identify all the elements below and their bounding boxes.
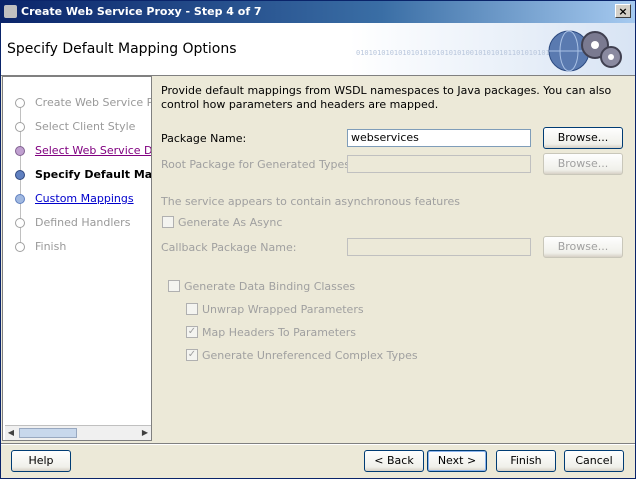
close-button[interactable]: ×: [615, 4, 631, 18]
data-binding-label: Generate Data Binding Classes: [184, 280, 356, 293]
app-icon: [4, 5, 17, 18]
step-select-client-style: Select Client Style: [3, 117, 151, 137]
callback-package-input[interactable]: [347, 238, 531, 256]
step-label: Specify Default Mapping Options: [35, 168, 151, 181]
step-label: Create Web Service Proxy: [35, 96, 151, 109]
wizard-header: Specify Default Mapping Options 01010101…: [1, 23, 635, 76]
step-finish: Finish: [3, 237, 151, 257]
unreferenced-types-label: Generate Unreferenced Complex Types: [202, 349, 418, 362]
async-note: The service appears to contain asynchron…: [161, 195, 461, 208]
step-node-icon: [15, 146, 25, 156]
root-package-browse-button[interactable]: Browse...: [543, 153, 623, 175]
step-label: Select Client Style: [35, 120, 136, 133]
step-node-icon: [15, 170, 25, 180]
step-node-icon: [15, 122, 25, 132]
unreferenced-types-checkbox[interactable]: ✓: [186, 349, 198, 361]
step-select-web-service-description[interactable]: Select Web Service Description: [3, 141, 151, 161]
generate-async-label: Generate As Async: [178, 216, 283, 229]
wizard-window: Create Web Service Proxy - Step 4 of 7 ×…: [0, 0, 636, 479]
step-defined-handlers: Defined Handlers: [3, 213, 151, 233]
callback-browse-button[interactable]: Browse...: [543, 236, 623, 258]
package-browse-button[interactable]: Browse...: [543, 127, 623, 149]
binary-decoration: 0101010101010101010101010100101010101101…: [356, 49, 567, 57]
map-headers-checkbox[interactable]: ✓: [186, 326, 198, 338]
step-node-icon: [15, 218, 25, 228]
cancel-button[interactable]: Cancel: [564, 450, 624, 472]
step-label[interactable]: Custom Mappings: [35, 192, 134, 205]
package-name-label: Package Name:: [161, 132, 247, 145]
callback-package-label: Callback Package Name:: [161, 241, 297, 254]
footer-separator: [1, 443, 635, 445]
description-text: Provide default mappings from WSDL names…: [161, 84, 612, 111]
window-title: Create Web Service Proxy - Step 4 of 7: [21, 5, 262, 18]
package-name-input[interactable]: webservices: [347, 129, 531, 147]
back-button[interactable]: < Back: [364, 450, 424, 472]
next-button[interactable]: Next >: [427, 450, 487, 472]
globe-gears-logo-icon: [548, 30, 622, 72]
step-label: Defined Handlers: [35, 216, 131, 229]
steps-panel: Create Web Service Proxy Select Client S…: [2, 76, 152, 441]
scroll-thumb[interactable]: [19, 428, 77, 438]
steps-horizontal-scrollbar[interactable]: ◀ ▶: [5, 425, 151, 440]
unwrap-checkbox[interactable]: [186, 303, 198, 315]
step-node-icon: [15, 194, 25, 204]
options-panel: Provide default mappings from WSDL names…: [153, 76, 635, 441]
page-title: Specify Default Mapping Options: [7, 41, 237, 57]
step-node-icon: [15, 242, 25, 252]
scroll-right-icon[interactable]: ▶: [139, 427, 151, 439]
finish-button[interactable]: Finish: [496, 450, 556, 472]
map-headers-label: Map Headers To Parameters: [202, 326, 357, 339]
scroll-left-icon[interactable]: ◀: [5, 427, 17, 439]
data-binding-checkbox[interactable]: [168, 280, 180, 292]
step-specify-default-mapping: Specify Default Mapping Options: [3, 165, 151, 185]
title-bar[interactable]: Create Web Service Proxy - Step 4 of 7 ×: [1, 1, 635, 23]
step-create-web-service-proxy: Create Web Service Proxy: [3, 93, 151, 113]
step-label: Finish: [35, 240, 67, 253]
step-label[interactable]: Select Web Service Description: [35, 144, 151, 157]
generate-async-checkbox[interactable]: [162, 216, 174, 228]
root-package-input[interactable]: [347, 155, 531, 173]
unwrap-label: Unwrap Wrapped Parameters: [202, 303, 364, 316]
help-button[interactable]: Help: [11, 450, 71, 472]
step-custom-mappings[interactable]: Custom Mappings: [3, 189, 151, 209]
step-node-icon: [15, 98, 25, 108]
root-package-label: Root Package for Generated Types:: [161, 158, 354, 171]
